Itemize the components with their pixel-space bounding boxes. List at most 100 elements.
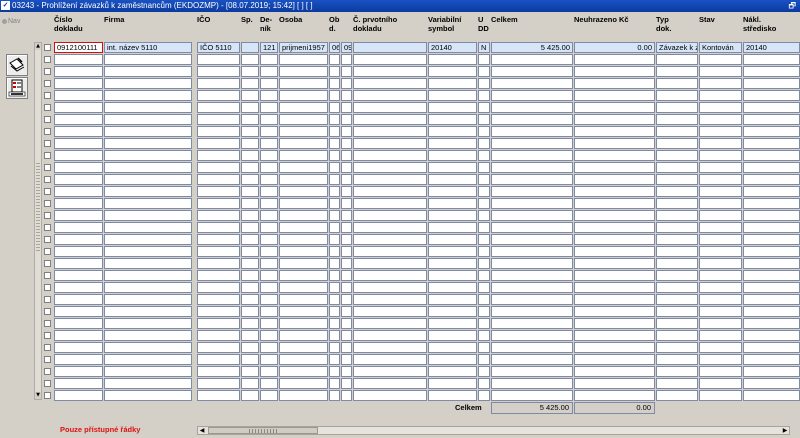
cell-cislo[interactable] <box>54 258 103 269</box>
cell-firma[interactable] <box>104 306 192 317</box>
table-row[interactable] <box>0 354 800 366</box>
cell-stav[interactable] <box>699 210 742 221</box>
row-checkbox[interactable] <box>44 260 51 267</box>
table-row[interactable] <box>0 330 800 342</box>
cell-typ[interactable] <box>656 306 698 317</box>
cell-sp[interactable] <box>241 138 259 149</box>
cell-neuhr[interactable] <box>574 342 655 353</box>
cell-udd[interactable] <box>478 378 490 389</box>
row-checkbox[interactable] <box>44 44 51 51</box>
cell-obd[interactable] <box>329 162 340 173</box>
table-row[interactable] <box>0 126 800 138</box>
cell-ico[interactable] <box>197 210 240 221</box>
cell-ico[interactable] <box>197 78 240 89</box>
cell-denik[interactable] <box>260 114 278 125</box>
cell-vs[interactable] <box>428 354 477 365</box>
cell-stav[interactable] <box>699 102 742 113</box>
table-row[interactable] <box>0 366 800 378</box>
cell-denik[interactable] <box>260 282 278 293</box>
column-header-nakl[interactable]: Nákl. středisko <box>743 15 776 33</box>
cell-obd[interactable] <box>329 54 340 65</box>
row-checkbox[interactable] <box>44 128 51 135</box>
row-checkbox[interactable] <box>44 212 51 219</box>
cell-firma[interactable] <box>104 318 192 329</box>
cell-sp[interactable] <box>241 378 259 389</box>
cell-udd[interactable] <box>478 222 490 233</box>
cell-ico[interactable] <box>197 222 240 233</box>
cell-celkem[interactable] <box>491 354 573 365</box>
cell-osoba[interactable] <box>279 294 328 305</box>
cell-stav[interactable] <box>699 282 742 293</box>
row-checkbox[interactable] <box>44 224 51 231</box>
cell-neuhr[interactable] <box>574 150 655 161</box>
cell-osoba[interactable] <box>279 90 328 101</box>
cell-typ[interactable] <box>656 126 698 137</box>
cell-ico[interactable] <box>197 234 240 245</box>
cell-typ[interactable] <box>656 318 698 329</box>
cell-ico[interactable]: IČO 5110 <box>197 42 240 53</box>
cell-typ[interactable] <box>656 258 698 269</box>
cell-nakl[interactable] <box>743 150 800 161</box>
cell-vs[interactable] <box>428 114 477 125</box>
cell-nakl[interactable]: 20140 <box>743 42 800 53</box>
cell-cprv[interactable] <box>353 354 427 365</box>
cell-nakl[interactable] <box>743 330 800 341</box>
cell-cprv[interactable] <box>353 330 427 341</box>
row-checkbox[interactable] <box>44 176 51 183</box>
row-checkbox[interactable] <box>44 152 51 159</box>
cell-neuhr[interactable] <box>574 258 655 269</box>
cell-vs[interactable] <box>428 210 477 221</box>
cell-nakl[interactable] <box>743 198 800 209</box>
column-header-udd[interactable]: U DD <box>478 15 489 33</box>
cell-ico[interactable] <box>197 366 240 377</box>
cell-neuhr[interactable] <box>574 66 655 77</box>
cell-extra[interactable] <box>341 54 352 65</box>
cell-stav[interactable] <box>699 342 742 353</box>
cell-denik[interactable] <box>260 174 278 185</box>
cell-cprv[interactable] <box>353 198 427 209</box>
cell-celkem[interactable] <box>491 222 573 233</box>
cell-cislo[interactable] <box>54 66 103 77</box>
cell-sp[interactable] <box>241 54 259 65</box>
cell-vs[interactable] <box>428 294 477 305</box>
cell-neuhr[interactable] <box>574 198 655 209</box>
cell-stav[interactable] <box>699 366 742 377</box>
cell-neuhr[interactable] <box>574 354 655 365</box>
table-row[interactable] <box>0 246 800 258</box>
cell-vs[interactable] <box>428 150 477 161</box>
cell-cprv[interactable] <box>353 126 427 137</box>
cell-firma[interactable] <box>104 330 192 341</box>
cell-obd[interactable] <box>329 78 340 89</box>
cell-nakl[interactable] <box>743 342 800 353</box>
cell-stav[interactable] <box>699 390 742 401</box>
cell-nakl[interactable] <box>743 306 800 317</box>
table-row[interactable] <box>0 234 800 246</box>
cell-denik[interactable] <box>260 234 278 245</box>
cell-extra[interactable] <box>341 90 352 101</box>
cell-vs[interactable] <box>428 342 477 353</box>
cell-denik[interactable] <box>260 126 278 137</box>
cell-ico[interactable] <box>197 90 240 101</box>
horizontal-scrollbar[interactable]: ◀ ▶ <box>197 426 790 435</box>
row-checkbox[interactable] <box>44 188 51 195</box>
cell-celkem[interactable] <box>491 198 573 209</box>
cell-neuhr[interactable] <box>574 210 655 221</box>
cell-vs[interactable] <box>428 198 477 209</box>
cell-obd[interactable] <box>329 150 340 161</box>
cell-nakl[interactable] <box>743 162 800 173</box>
cell-sp[interactable] <box>241 258 259 269</box>
restore-window-button[interactable]: 🗗 <box>788 0 796 12</box>
cell-vs[interactable] <box>428 54 477 65</box>
cell-extra[interactable] <box>341 198 352 209</box>
cell-firma[interactable] <box>104 210 192 221</box>
cell-vs[interactable] <box>428 222 477 233</box>
cell-vs[interactable] <box>428 78 477 89</box>
cell-denik[interactable] <box>260 162 278 173</box>
cell-vs[interactable] <box>428 234 477 245</box>
cell-neuhr[interactable] <box>574 90 655 101</box>
cell-cprv[interactable] <box>353 186 427 197</box>
cell-cprv[interactable] <box>353 270 427 281</box>
cell-cislo[interactable] <box>54 54 103 65</box>
cell-osoba[interactable] <box>279 234 328 245</box>
cell-extra[interactable] <box>341 222 352 233</box>
